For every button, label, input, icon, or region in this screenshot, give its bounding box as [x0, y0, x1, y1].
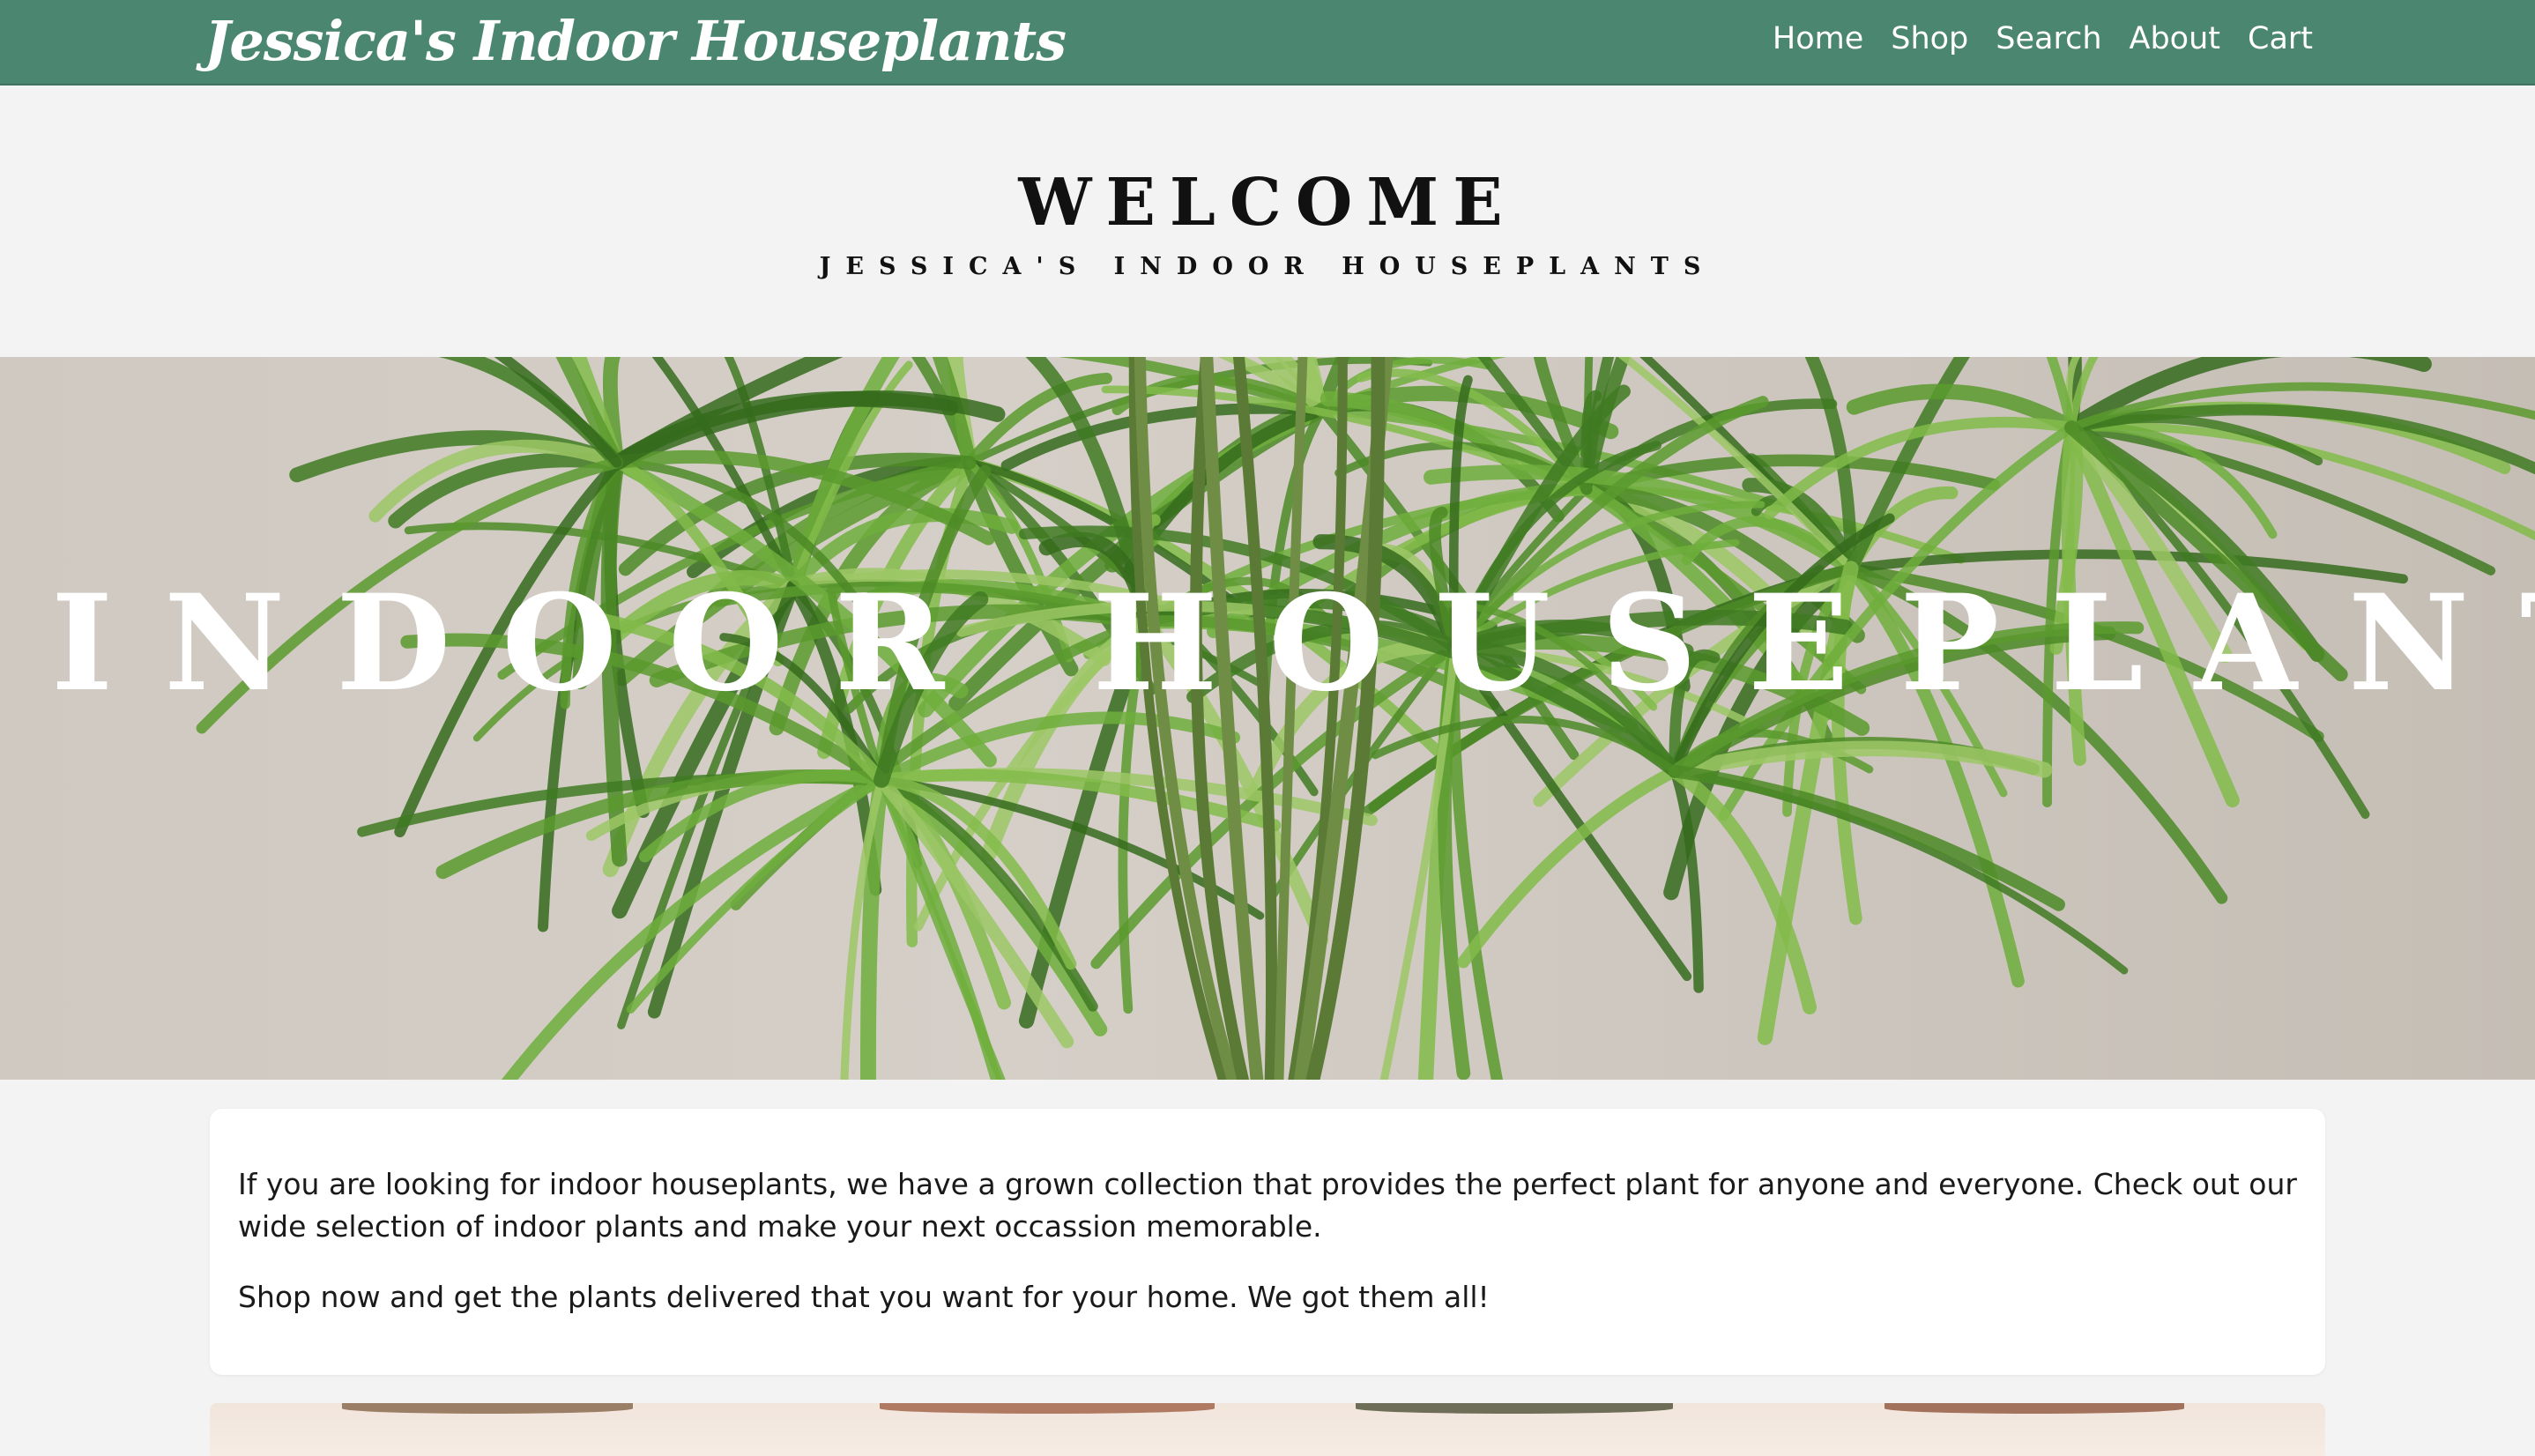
pot-image	[1356, 1403, 1673, 1414]
top-navbar: Jessica's Indoor Houseplants Home Shop S…	[0, 0, 2535, 85]
intro-paragraph: If you are looking for indoor houseplant…	[238, 1167, 2297, 1244]
intro-card: If you are looking for indoor houseplant…	[210, 1109, 2325, 1375]
main-nav: Home Shop Search About Cart	[1773, 21, 2313, 56]
welcome-subtitle: JESSICA'S INDOOR HOUSEPLANTS	[819, 253, 1716, 280]
nav-link-shop[interactable]: Shop	[1891, 21, 1968, 56]
hero-banner: INDOOR HOUSEPLANTS	[0, 357, 2535, 1080]
pot-image	[880, 1403, 1215, 1414]
nav-link-cart[interactable]: Cart	[2248, 21, 2313, 56]
nav-link-search[interactable]: Search	[1996, 21, 2101, 56]
brand-logo-link[interactable]: Jessica's Indoor Houseplants	[204, 9, 1067, 73]
pot-image	[342, 1403, 633, 1414]
hero-title: INDOOR HOUSEPLANTS	[51, 566, 2535, 721]
welcome-header: WELCOME JESSICA'S INDOOR HOUSEPLANTS	[0, 85, 2535, 357]
product-image-strip	[210, 1403, 2325, 1456]
pot-image	[1885, 1403, 2184, 1414]
nav-link-about[interactable]: About	[2130, 21, 2220, 56]
intro-paragraph: Shop now and get the plants delivered th…	[238, 1280, 1490, 1314]
nav-link-home[interactable]: Home	[1773, 21, 1863, 56]
welcome-title: WELCOME	[1018, 165, 1517, 241]
